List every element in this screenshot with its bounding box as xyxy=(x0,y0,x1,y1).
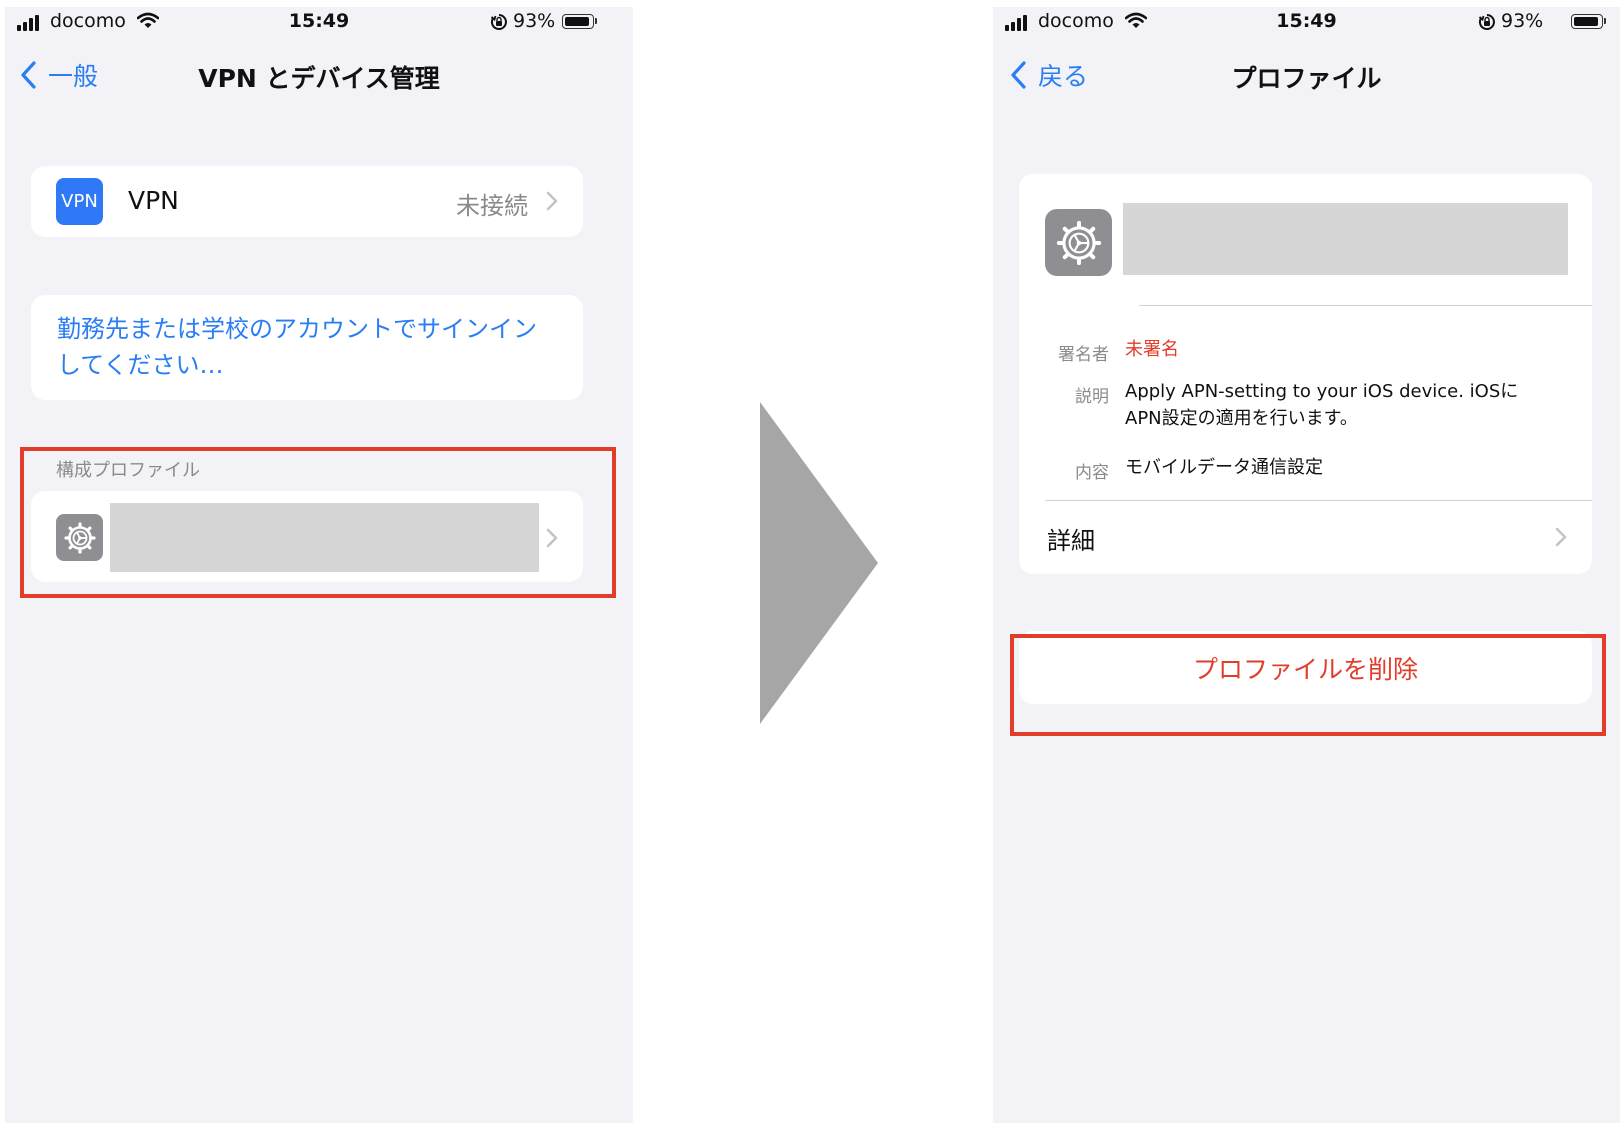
battery-percentage: 93% xyxy=(513,10,556,32)
settings-gear-icon xyxy=(1045,209,1112,276)
chevron-right-icon xyxy=(1555,527,1567,547)
contents-label: 内容 xyxy=(1075,463,1109,483)
description-value: Apply APN-setting to your iOS device. iO… xyxy=(1125,381,1519,429)
chevron-right-icon xyxy=(546,191,558,211)
profile-detail-card: 署名者 未署名 説明 Apply APN-setting to your iOS… xyxy=(1019,174,1592,574)
battery-icon xyxy=(1571,14,1606,29)
gear-icon xyxy=(1056,220,1101,265)
signin-row[interactable]: 勤務先または学校のアカウントでサインインしてください… xyxy=(31,295,583,400)
vpn-icon: VPN xyxy=(56,178,103,225)
signin-link[interactable]: 勤務先または学校のアカウントでサインインしてください… xyxy=(57,311,557,383)
signer-value: 未署名 xyxy=(1125,339,1179,360)
orientation-lock-icon xyxy=(1478,14,1495,30)
status-bar: docomo 15:49 93% xyxy=(993,7,1620,39)
orientation-lock-icon xyxy=(490,14,507,30)
description-label: 説明 xyxy=(1075,387,1109,407)
contents-value: モバイルデータ通信設定 xyxy=(1125,457,1323,478)
battery-fill xyxy=(1574,17,1599,26)
page-title: VPN とデバイス管理 xyxy=(198,64,440,93)
more-details-row[interactable]: 詳細 xyxy=(1019,501,1592,574)
battery-icon xyxy=(562,14,597,29)
battery-percentage: 93% xyxy=(1501,10,1544,32)
page-title: プロファイル xyxy=(1231,64,1382,93)
signer-label: 署名者 xyxy=(1058,345,1109,365)
divider xyxy=(1139,305,1592,306)
status-bar: docomo 15:49 93% xyxy=(5,7,633,39)
vpn-status: 未接続 xyxy=(456,192,528,220)
battery-fill xyxy=(565,17,590,26)
vpn-row[interactable]: VPN VPN 未接続 xyxy=(31,166,583,237)
redacted-profile-name xyxy=(1123,203,1568,275)
right-screen-profile-detail: docomo 15:49 93% 戻る プロファイル 署名者 未署名 説明 Ap… xyxy=(993,7,1620,1123)
highlight-box-delete-button xyxy=(1010,634,1606,736)
next-step-arrow-icon xyxy=(760,402,878,724)
more-details-label: 詳細 xyxy=(1047,527,1095,555)
vpn-row-label: VPN xyxy=(128,186,179,215)
highlight-box-profile-row xyxy=(20,447,616,598)
